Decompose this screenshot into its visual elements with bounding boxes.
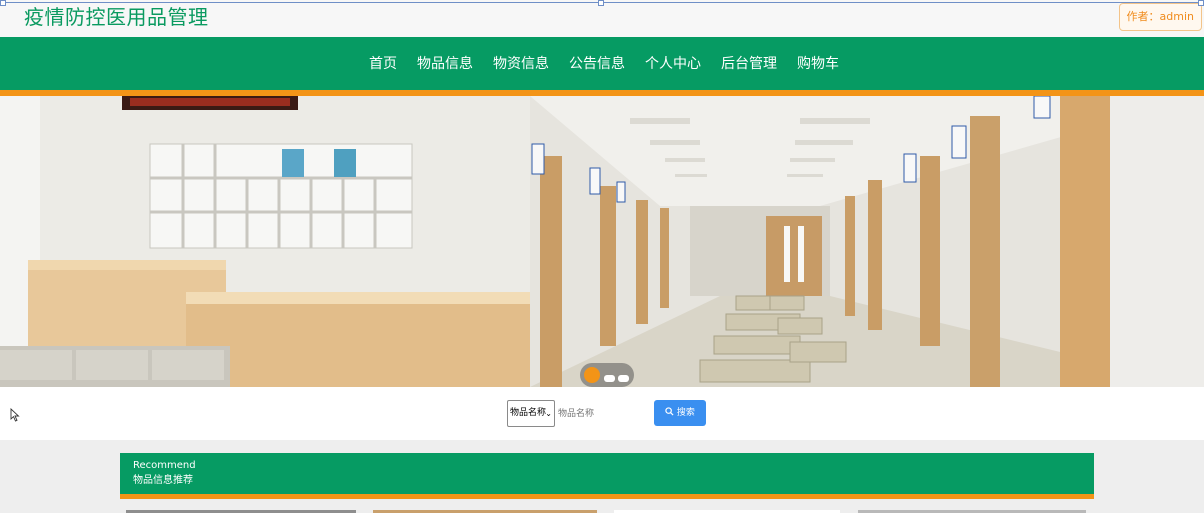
nav-item-supplies-info[interactable]: 物资信息 [493, 54, 549, 74]
carousel-dot-active[interactable] [584, 367, 600, 383]
carousel-dot-3[interactable] [618, 375, 629, 382]
search-input[interactable] [558, 400, 648, 427]
hero-carousel[interactable] [0, 96, 1204, 387]
search-button-label: 搜索 [676, 408, 695, 418]
nav-item-goods-info[interactable]: 物品信息 [417, 54, 473, 74]
carousel-indicators [580, 363, 634, 387]
nav-item-admin[interactable]: 后台管理 [721, 54, 777, 74]
nav-item-profile[interactable]: 个人中心 [645, 54, 701, 74]
search-area: 物品名称 ⌄ 搜索 [0, 387, 1204, 440]
resize-handle-top-right[interactable] [1198, 0, 1204, 6]
search-field-select[interactable]: 物品名称 ⌄ [507, 400, 555, 427]
mouse-cursor-icon [10, 408, 20, 422]
author-badge[interactable]: 作者：admin [1118, 3, 1202, 31]
resize-handle-top-left[interactable] [0, 0, 6, 6]
carousel-dot-2[interactable] [604, 375, 615, 382]
search-field-selected: 物品名称 [510, 408, 547, 418]
chevron-down-icon: ⌄ [545, 409, 552, 418]
site-title: 疫情防控医用品管理 [24, 5, 209, 29]
hospital-hallway-image [0, 96, 1204, 387]
search-icon [665, 407, 677, 418]
nav-item-cart[interactable]: 购物车 [797, 54, 839, 74]
recommend-header: Recommend 物品信息推荐 [120, 453, 1094, 494]
nav-item-announcements[interactable]: 公告信息 [569, 54, 625, 74]
recommend-title-en: Recommend [133, 460, 196, 471]
recommend-title-zh: 物品信息推荐 [133, 475, 193, 486]
nav-item-home[interactable]: 首页 [369, 54, 397, 74]
resize-handle-top-center[interactable] [598, 0, 604, 6]
recommend-accent-bar [120, 494, 1094, 499]
search-button[interactable]: 搜索 [654, 400, 706, 426]
main-nav: 首页 物品信息 物资信息 公告信息 个人中心 后台管理 购物车 [0, 37, 1204, 90]
